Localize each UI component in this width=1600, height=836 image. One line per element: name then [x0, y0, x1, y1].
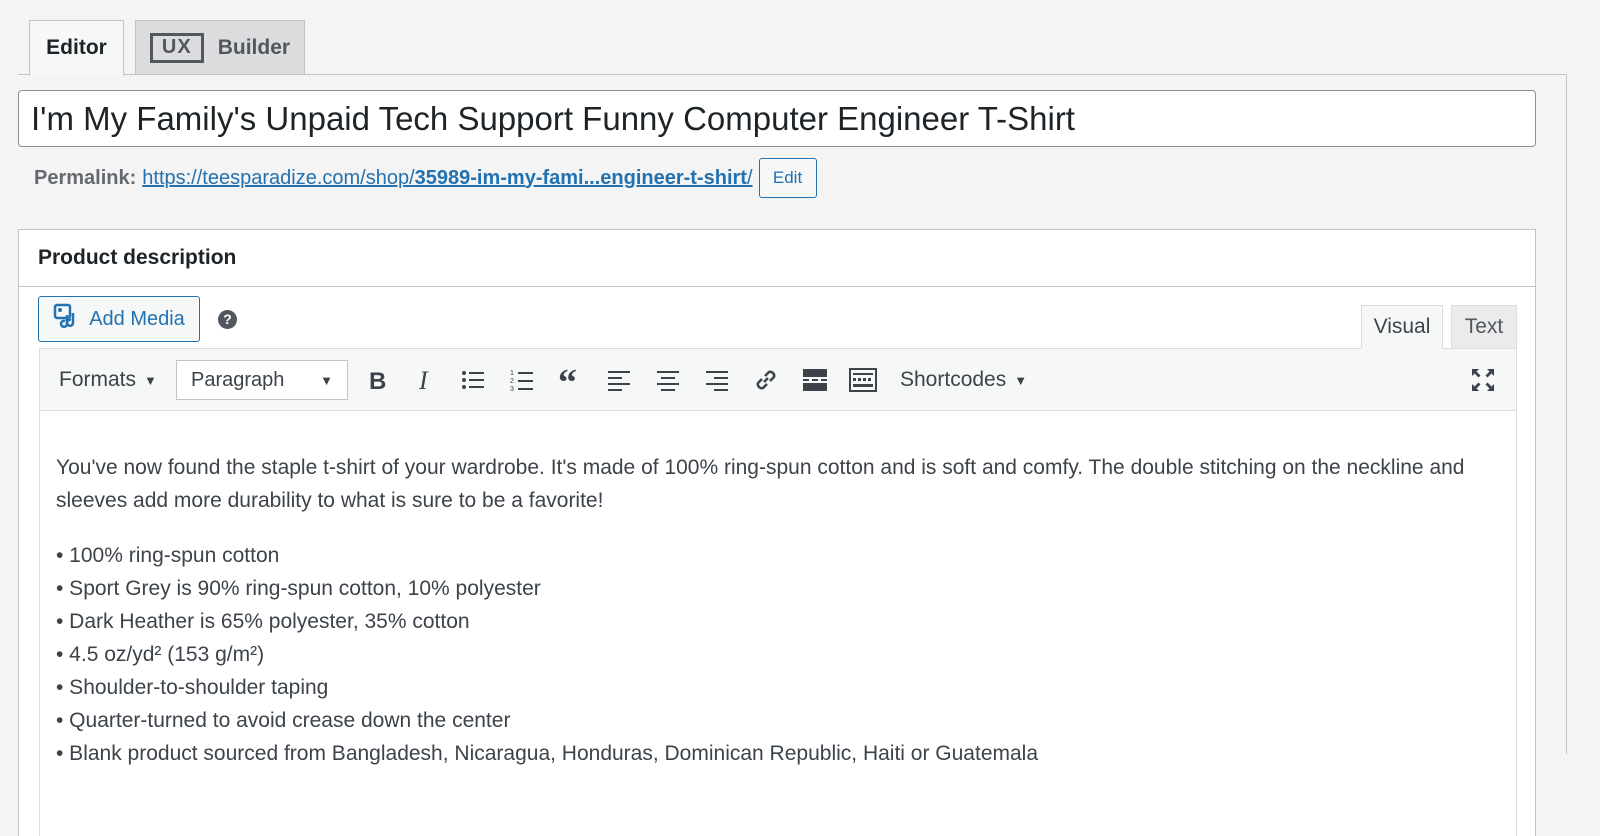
- svg-text:“: “: [558, 369, 577, 391]
- shortcodes-label: Shortcodes: [900, 368, 1007, 391]
- chevron-down-icon: ▼: [144, 372, 157, 388]
- list-item: • Quarter-turned to avoid crease down th…: [56, 709, 511, 732]
- permalink-edit-button[interactable]: Edit: [758, 158, 817, 198]
- add-media-label: Add Media: [89, 307, 185, 330]
- list-item: • 4.5 oz/yd² (153 g/m²): [56, 643, 265, 666]
- list-item: • Blank product sourced from Bangladesh,…: [56, 742, 1039, 765]
- permalink-row: Permalink: https://teesparadize.com/shop…: [34, 158, 817, 198]
- align-right-button[interactable]: [702, 349, 732, 411]
- sidebar-edge: [1566, 74, 1600, 754]
- panel-title: Product description: [19, 230, 1535, 287]
- blockquote-button[interactable]: “: [556, 349, 586, 411]
- add-media-icon: [53, 303, 79, 335]
- numbered-list-button[interactable]: 123: [507, 349, 537, 411]
- permalink-url-prefix: https://teesparadize.com/shop/: [142, 166, 415, 189]
- svg-text:1: 1: [510, 370, 514, 377]
- bulleted-list-button[interactable]: [458, 349, 488, 411]
- list-item: • Dark Heather is 65% polyester, 35% cot…: [56, 610, 470, 633]
- read-more-button[interactable]: [800, 349, 830, 411]
- chevron-down-icon: ▼: [1014, 372, 1028, 388]
- formats-label: Formats: [59, 368, 137, 391]
- post-title-input[interactable]: [18, 90, 1536, 147]
- permalink-url-suffix: /: [746, 166, 753, 189]
- align-right-icon: [702, 365, 732, 395]
- editor-tabs: Editor UX Builder: [18, 18, 1600, 76]
- shortcodes-dropdown[interactable]: Shortcodes ▼: [900, 349, 1027, 411]
- bullet-list: • 100% ring-spun cotton • Sport Grey is …: [56, 539, 1500, 770]
- tab-editor[interactable]: Editor: [29, 20, 124, 76]
- content-paragraph: You've now found the staple t-shirt of y…: [56, 456, 1465, 512]
- align-center-icon: [653, 365, 683, 395]
- align-left-button[interactable]: [604, 349, 634, 411]
- editor-content[interactable]: You've now found the staple t-shirt of y…: [40, 411, 1516, 770]
- align-center-button[interactable]: [653, 349, 683, 411]
- tab-text[interactable]: Text: [1451, 305, 1517, 349]
- editor-frame: Formats ▼ Paragraph ▼ B I 1 2 3 “ Shortc…: [39, 348, 1517, 836]
- bold-icon: B: [362, 365, 392, 395]
- list-item: • Shoulder-to-shoulder taping: [56, 676, 329, 699]
- svg-text:2: 2: [510, 378, 514, 385]
- bulleted-list-icon: [458, 365, 488, 395]
- tab-editor-label: Editor: [46, 36, 107, 59]
- toolbar-toggle-button[interactable]: [848, 349, 878, 411]
- insert-link-button[interactable]: [751, 349, 781, 411]
- toolbar-toggle-icon: [848, 365, 878, 395]
- ux-logo-icon: UX: [149, 32, 204, 63]
- svg-text:3: 3: [510, 386, 514, 392]
- paragraph-select-value: Paragraph: [191, 368, 285, 391]
- list-item: • 100% ring-spun cotton: [56, 544, 280, 567]
- svg-text:I: I: [418, 368, 429, 392]
- numbered-list-icon: 123: [507, 365, 537, 395]
- tab-builder-label: Builder: [217, 35, 291, 59]
- chevron-down-icon: ▼: [320, 372, 333, 388]
- add-media-button[interactable]: Add Media: [38, 296, 200, 342]
- tab-visual[interactable]: Visual: [1361, 305, 1443, 349]
- permalink-link[interactable]: https://teesparadize.com/shop/35989-im-m…: [142, 167, 752, 190]
- read-more-icon: [800, 365, 830, 395]
- italic-icon: I: [410, 365, 440, 395]
- product-description-panel: Product description Add Media ? Visual T…: [18, 229, 1536, 836]
- svg-text:B: B: [369, 368, 386, 392]
- paragraph-select[interactable]: Paragraph ▼: [176, 360, 348, 400]
- permalink-label: Permalink:: [34, 166, 137, 189]
- formats-dropdown[interactable]: Formats ▼: [59, 349, 157, 411]
- fullscreen-button[interactable]: [1468, 349, 1498, 411]
- permalink-url-slug: 35989-im-my-fami...engineer-t-shirt: [414, 166, 747, 189]
- editor-toolbar: Formats ▼ Paragraph ▼ B I 1 2 3 “ Shortc…: [40, 349, 1516, 411]
- align-left-icon: [604, 365, 634, 395]
- link-icon: [751, 365, 781, 395]
- help-icon[interactable]: ?: [218, 309, 237, 329]
- list-item: • Sport Grey is 90% ring-spun cotton, 10…: [56, 577, 541, 600]
- media-row: Add Media ?: [38, 296, 237, 342]
- bold-button[interactable]: B: [362, 349, 392, 411]
- fullscreen-icon: [1468, 365, 1498, 395]
- italic-button[interactable]: I: [410, 349, 440, 411]
- tab-ux-builder[interactable]: UX Builder: [135, 20, 305, 74]
- blockquote-icon: “: [556, 365, 586, 395]
